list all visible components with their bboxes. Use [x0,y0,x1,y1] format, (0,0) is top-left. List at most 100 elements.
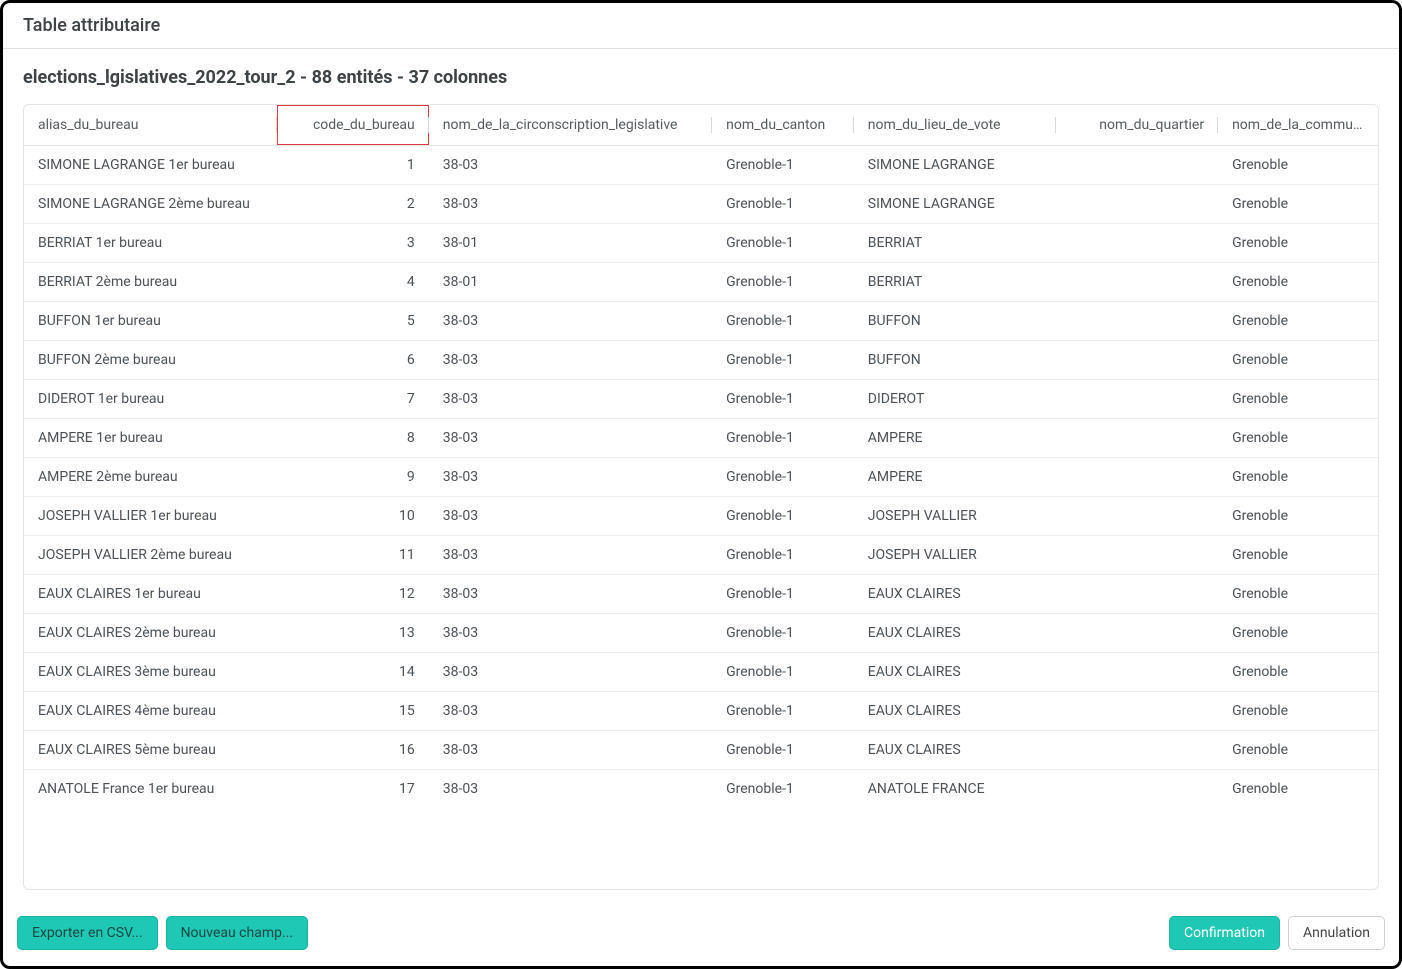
modal-title: Table attributaire [23,15,1379,36]
cell-alias: AMPERE 2ème bureau [24,458,277,497]
cell-circ: 38-01 [429,224,712,263]
cell-code: 4 [277,263,429,302]
col-header-canton[interactable]: nom_du_canton [712,105,854,146]
cell-commune: Grenoble [1218,146,1378,185]
cell-lieu: SIMONE LAGRANGE [854,146,1056,185]
cell-circ: 38-03 [429,302,712,341]
export-csv-button[interactable]: Exporter en CSV... [17,916,158,950]
cell-commune: Grenoble [1218,575,1378,614]
cancel-button[interactable]: Annulation [1288,916,1385,950]
cell-alias: BUFFON 1er bureau [24,302,277,341]
cell-quartier [1056,263,1218,302]
col-header-commune[interactable]: nom_de_la_commune_u [1218,105,1378,146]
cell-code: 5 [277,302,429,341]
table-row[interactable]: EAUX CLAIRES 3ème bureau1438-03Grenoble-… [24,653,1378,692]
cell-lieu: SIMONE LAGRANGE [854,185,1056,224]
cell-canton: Grenoble-1 [712,302,854,341]
table-row[interactable]: JOSEPH VALLIER 1er bureau1038-03Grenoble… [24,497,1378,536]
confirm-button[interactable]: Confirmation [1169,916,1280,950]
cell-alias: EAUX CLAIRES 2ème bureau [24,614,277,653]
cell-commune: Grenoble [1218,224,1378,263]
table-row[interactable]: BERRIAT 2ème bureau438-01Grenoble-1BERRI… [24,263,1378,302]
cell-commune: Grenoble [1218,458,1378,497]
cell-commune: Grenoble [1218,185,1378,224]
col-header-circ[interactable]: nom_de_la_circonscription_legislative [429,105,712,146]
cell-code: 16 [277,731,429,770]
table-row[interactable]: BERRIAT 1er bureau338-01Grenoble-1BERRIA… [24,224,1378,263]
cell-code: 9 [277,458,429,497]
cell-alias: EAUX CLAIRES 5ème bureau [24,731,277,770]
cell-canton: Grenoble-1 [712,692,854,731]
table-row[interactable]: JOSEPH VALLIER 2ème bureau1138-03Grenobl… [24,536,1378,575]
cell-alias: EAUX CLAIRES 4ème bureau [24,692,277,731]
cell-alias: SIMONE LAGRANGE 2ème bureau [24,185,277,224]
cell-code: 10 [277,497,429,536]
footer-right: Confirmation Annulation [1169,916,1385,950]
cell-alias: EAUX CLAIRES 1er bureau [24,575,277,614]
table-row[interactable]: DIDEROT 1er bureau738-03Grenoble-1DIDERO… [24,380,1378,419]
cell-circ: 38-03 [429,575,712,614]
cell-canton: Grenoble-1 [712,341,854,380]
cell-circ: 38-03 [429,458,712,497]
cell-circ: 38-03 [429,770,712,809]
cell-commune: Grenoble [1218,380,1378,419]
cell-canton: Grenoble-1 [712,224,854,263]
table-row[interactable]: EAUX CLAIRES 5ème bureau1638-03Grenoble-… [24,731,1378,770]
cell-circ: 38-03 [429,341,712,380]
cell-canton: Grenoble-1 [712,185,854,224]
table-row[interactable]: AMPERE 2ème bureau938-03Grenoble-1AMPERE… [24,458,1378,497]
cell-canton: Grenoble-1 [712,419,854,458]
cell-lieu: EAUX CLAIRES [854,614,1056,653]
table-row[interactable]: BUFFON 1er bureau538-03Grenoble-1BUFFONG… [24,302,1378,341]
cell-lieu: EAUX CLAIRES [854,731,1056,770]
cell-commune: Grenoble [1218,770,1378,809]
cell-code: 12 [277,575,429,614]
cell-code: 17 [277,770,429,809]
cell-alias: BERRIAT 1er bureau [24,224,277,263]
table-row[interactable]: SIMONE LAGRANGE 2ème bureau238-03Grenobl… [24,185,1378,224]
cell-circ: 38-03 [429,146,712,185]
col-header-lieu[interactable]: nom_du_lieu_de_vote [854,105,1056,146]
cell-quartier [1056,575,1218,614]
cell-quartier [1056,653,1218,692]
table-row[interactable]: EAUX CLAIRES 2ème bureau1338-03Grenoble-… [24,614,1378,653]
cell-quartier [1056,692,1218,731]
cell-alias: JOSEPH VALLIER 2ème bureau [24,536,277,575]
table-row[interactable]: ANATOLE France 1er bureau1738-03Grenoble… [24,770,1378,809]
cell-lieu: JOSEPH VALLIER [854,536,1056,575]
table-row[interactable]: AMPERE 1er bureau838-03Grenoble-1AMPEREG… [24,419,1378,458]
cell-alias: JOSEPH VALLIER 1er bureau [24,497,277,536]
cell-circ: 38-03 [429,419,712,458]
cell-lieu: EAUX CLAIRES [854,653,1056,692]
table-row[interactable]: SIMONE LAGRANGE 1er bureau138-03Grenoble… [24,146,1378,185]
table-wrapper[interactable]: alias_du_bureau code_du_bureau nom_de_la… [23,104,1379,890]
cell-commune: Grenoble [1218,653,1378,692]
table-row[interactable]: EAUX CLAIRES 4ème bureau1538-03Grenoble-… [24,692,1378,731]
new-field-button[interactable]: Nouveau champ... [166,916,308,950]
col-header-alias[interactable]: alias_du_bureau [24,105,277,146]
cell-code: 13 [277,614,429,653]
cell-canton: Grenoble-1 [712,497,854,536]
col-header-code[interactable]: code_du_bureau [277,105,429,146]
col-header-quartier[interactable]: nom_du_quartier [1056,105,1218,146]
cell-code: 8 [277,419,429,458]
cell-alias: BERRIAT 2ème bureau [24,263,277,302]
cell-commune: Grenoble [1218,536,1378,575]
table-row[interactable]: EAUX CLAIRES 1er bureau1238-03Grenoble-1… [24,575,1378,614]
cell-canton: Grenoble-1 [712,146,854,185]
cell-quartier [1056,224,1218,263]
cell-circ: 38-01 [429,263,712,302]
cell-lieu: JOSEPH VALLIER [854,497,1056,536]
cell-code: 3 [277,224,429,263]
cell-code: 6 [277,341,429,380]
cell-lieu: ANATOLE FRANCE [854,770,1056,809]
table-row[interactable]: BUFFON 2ème bureau638-03Grenoble-1BUFFON… [24,341,1378,380]
cell-quartier [1056,458,1218,497]
cell-alias: AMPERE 1er bureau [24,419,277,458]
cell-quartier [1056,302,1218,341]
cell-commune: Grenoble [1218,302,1378,341]
cell-canton: Grenoble-1 [712,770,854,809]
cell-lieu: BUFFON [854,341,1056,380]
cell-alias: SIMONE LAGRANGE 1er bureau [24,146,277,185]
cell-quartier [1056,146,1218,185]
